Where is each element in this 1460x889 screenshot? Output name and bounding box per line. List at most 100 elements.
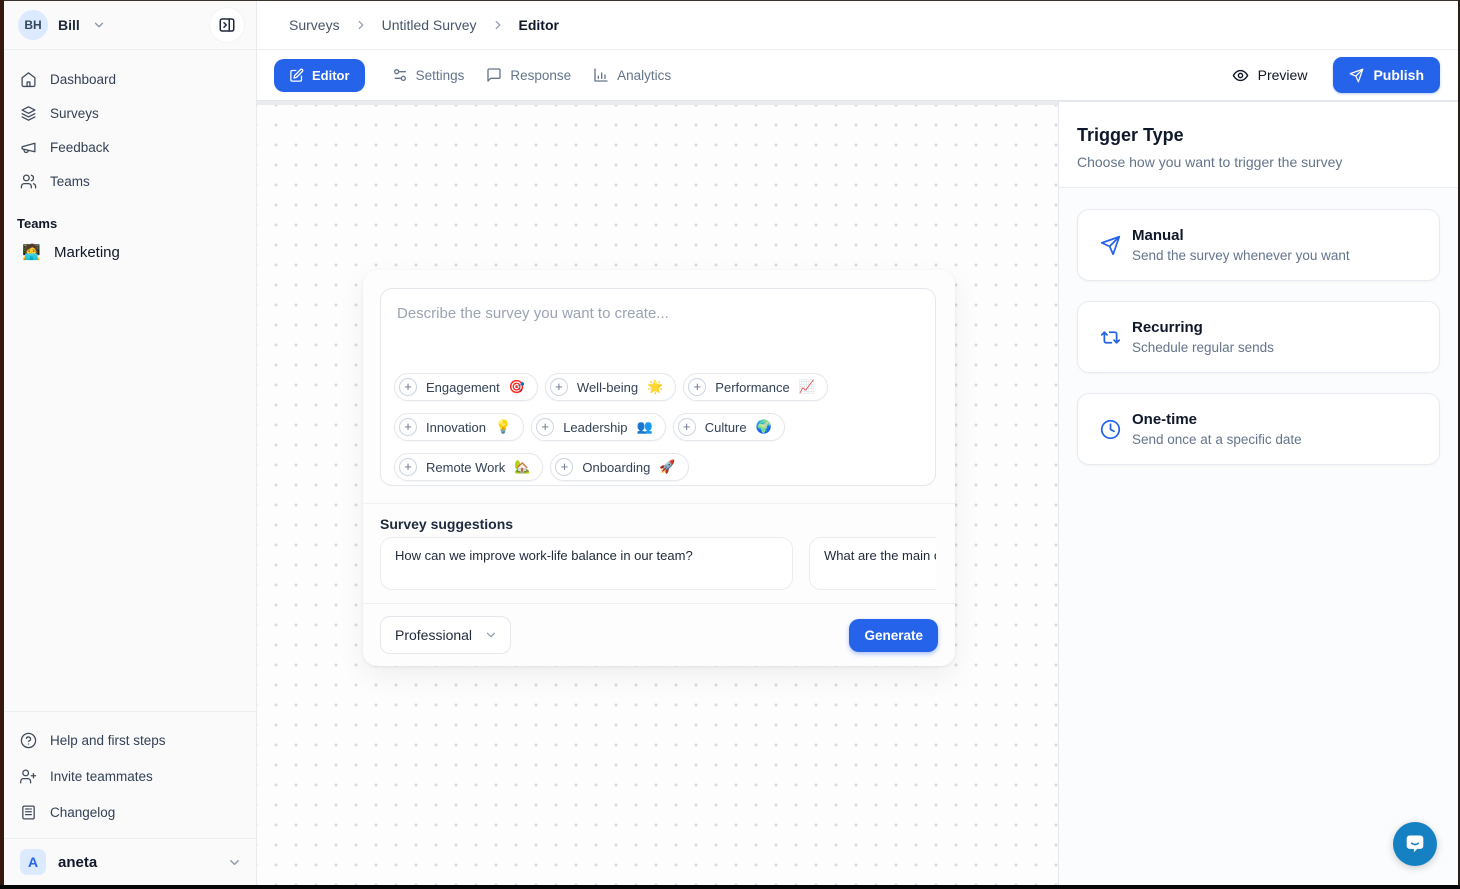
sidebar-item-team-marketing[interactable]: 🧑‍💻 Marketing	[4, 234, 256, 270]
trigger-panel-subtitle: Choose how you want to trigger the surve…	[1077, 154, 1438, 170]
tab-response[interactable]: Response	[475, 58, 582, 92]
survey-prompt-input[interactable]	[395, 303, 921, 357]
sidebar-collapse-button[interactable]	[210, 8, 244, 42]
clock-icon	[1100, 419, 1132, 440]
tab-analytics[interactable]: Analytics	[582, 58, 682, 92]
chip-engagement[interactable]: + Engagement 🎯	[394, 373, 538, 401]
survey-generator-panel: + Engagement 🎯 + Well-being 🌟 + Performa…	[363, 270, 955, 666]
account-name: aneta	[58, 854, 215, 871]
window-edge-top	[0, 0, 1460, 1]
chat-launcher-button[interactable]	[1393, 822, 1437, 866]
send-icon	[1100, 235, 1132, 256]
plus-circle-icon: +	[688, 378, 706, 396]
home-icon	[20, 71, 37, 88]
suggestions-title: Survey suggestions	[380, 516, 955, 532]
chip-leadership[interactable]: + Leadership 👥	[531, 413, 666, 441]
sidebar-item-label: Invite teammates	[50, 769, 153, 784]
chip-emoji: 💡	[495, 419, 511, 435]
sidebar-item-changelog[interactable]: Changelog	[4, 794, 256, 830]
window-edge-left	[0, 0, 4, 889]
chip-onboarding[interactable]: + Onboarding 🚀	[550, 453, 688, 481]
chevron-right-icon	[491, 18, 505, 32]
trigger-option-title: Recurring	[1132, 319, 1274, 336]
pencil-square-icon	[289, 68, 304, 83]
generator-footer: Professional Generate	[363, 603, 955, 666]
sidebar-footer: Help and first steps Invite teammates Ch…	[4, 711, 256, 885]
repeat-icon	[1100, 327, 1132, 348]
tab-editor[interactable]: Editor	[274, 59, 365, 92]
tab-settings[interactable]: Settings	[381, 58, 476, 92]
suggestion-card[interactable]: How can we improve work-life balance in …	[380, 537, 793, 590]
trigger-option-description: Send the survey whenever you want	[1132, 248, 1350, 263]
tone-select[interactable]: Professional	[380, 616, 511, 654]
panel-toggle-icon	[218, 16, 236, 34]
trigger-option-title: Manual	[1132, 227, 1350, 244]
breadcrumb-untitled-survey[interactable]: Untitled Survey	[382, 17, 477, 33]
workspace-name: Bill	[58, 17, 80, 33]
sidebar-item-label: Teams	[50, 174, 90, 189]
tab-label: Editor	[312, 68, 350, 83]
sidebar-item-label: Changelog	[50, 805, 115, 820]
sidebar-item-invite[interactable]: Invite teammates	[4, 758, 256, 794]
sidebar-item-surveys[interactable]: Surveys	[4, 96, 256, 130]
team-emoji: 🧑‍💻	[22, 243, 40, 261]
chip-emoji: 🏡	[514, 459, 530, 475]
chip-remote-work[interactable]: + Remote Work 🏡	[394, 453, 543, 481]
breadcrumb-editor: Editor	[519, 17, 559, 33]
workspace-switcher[interactable]: BH Bill	[18, 10, 106, 40]
tab-label: Settings	[416, 68, 465, 83]
bar-chart-icon	[593, 67, 609, 83]
chip-culture[interactable]: + Culture 🌍	[673, 413, 785, 441]
tab-label: Response	[510, 68, 571, 83]
chip-emoji: 🚀	[659, 459, 675, 475]
publish-button[interactable]: Publish	[1333, 57, 1440, 93]
breadcrumb: Surveys Untitled Survey Editor	[257, 0, 1458, 50]
eye-icon	[1232, 67, 1249, 84]
trigger-type-panel: Trigger Type Choose how you want to trig…	[1058, 101, 1458, 885]
message-square-icon	[486, 67, 502, 83]
window-edge-bottom	[0, 885, 1460, 889]
plus-circle-icon: +	[550, 378, 568, 396]
trigger-option-one-time[interactable]: One-time Send once at a specific date	[1077, 393, 1440, 465]
sidebar-item-label: Feedback	[50, 140, 109, 155]
generate-button[interactable]: Generate	[849, 619, 938, 652]
plus-circle-icon: +	[399, 458, 417, 476]
plus-circle-icon: +	[399, 378, 417, 396]
sidebar-item-dashboard[interactable]: Dashboard	[4, 62, 256, 96]
users-icon	[20, 173, 37, 190]
user-plus-icon	[20, 768, 37, 785]
sidebar-item-teams[interactable]: Teams	[4, 164, 256, 198]
editor-toolbar: Editor Settings Response Analytics Prev	[257, 50, 1458, 101]
editor-canvas[interactable]: + Engagement 🎯 + Well-being 🌟 + Performa…	[257, 101, 1058, 885]
prompt-card: + Engagement 🎯 + Well-being 🌟 + Performa…	[380, 288, 936, 486]
trigger-option-description: Send once at a specific date	[1132, 432, 1302, 447]
workspace-avatar: BH	[18, 10, 48, 40]
breadcrumb-surveys[interactable]: Surveys	[289, 17, 340, 33]
account-menu[interactable]: A aneta	[4, 839, 256, 885]
main-header: Surveys Untitled Survey Editor Editor Se…	[257, 0, 1458, 101]
trigger-panel-title: Trigger Type	[1077, 125, 1438, 146]
topic-chips: + Engagement 🎯 + Well-being 🌟 + Performa…	[394, 373, 925, 481]
suggestion-card[interactable]: What are the main ob	[809, 537, 936, 590]
teams-section-label: Teams	[4, 212, 256, 234]
preview-button[interactable]: Preview	[1232, 67, 1308, 84]
preview-label: Preview	[1258, 67, 1308, 83]
plus-circle-icon: +	[536, 418, 554, 436]
sidebar-item-label: Help and first steps	[50, 733, 166, 748]
megaphone-icon	[20, 139, 37, 156]
sidebar-item-label: Surveys	[50, 106, 99, 121]
chip-performance[interactable]: + Performance 📈	[683, 373, 828, 401]
trigger-option-recurring[interactable]: Recurring Schedule regular sends	[1077, 301, 1440, 373]
layers-icon	[20, 105, 37, 122]
tab-label: Analytics	[617, 68, 671, 83]
sidebar-item-help[interactable]: Help and first steps	[4, 722, 256, 758]
chip-well-being[interactable]: + Well-being 🌟	[545, 373, 676, 401]
trigger-option-manual[interactable]: Manual Send the survey whenever you want	[1077, 209, 1440, 281]
tone-value: Professional	[395, 627, 472, 643]
trigger-options: Manual Send the survey whenever you want…	[1059, 188, 1458, 486]
chip-emoji: 🎯	[509, 379, 525, 395]
chip-innovation[interactable]: + Innovation 💡	[394, 413, 524, 441]
account-avatar: A	[20, 849, 46, 875]
trigger-option-title: One-time	[1132, 411, 1302, 428]
sidebar-item-feedback[interactable]: Feedback	[4, 130, 256, 164]
